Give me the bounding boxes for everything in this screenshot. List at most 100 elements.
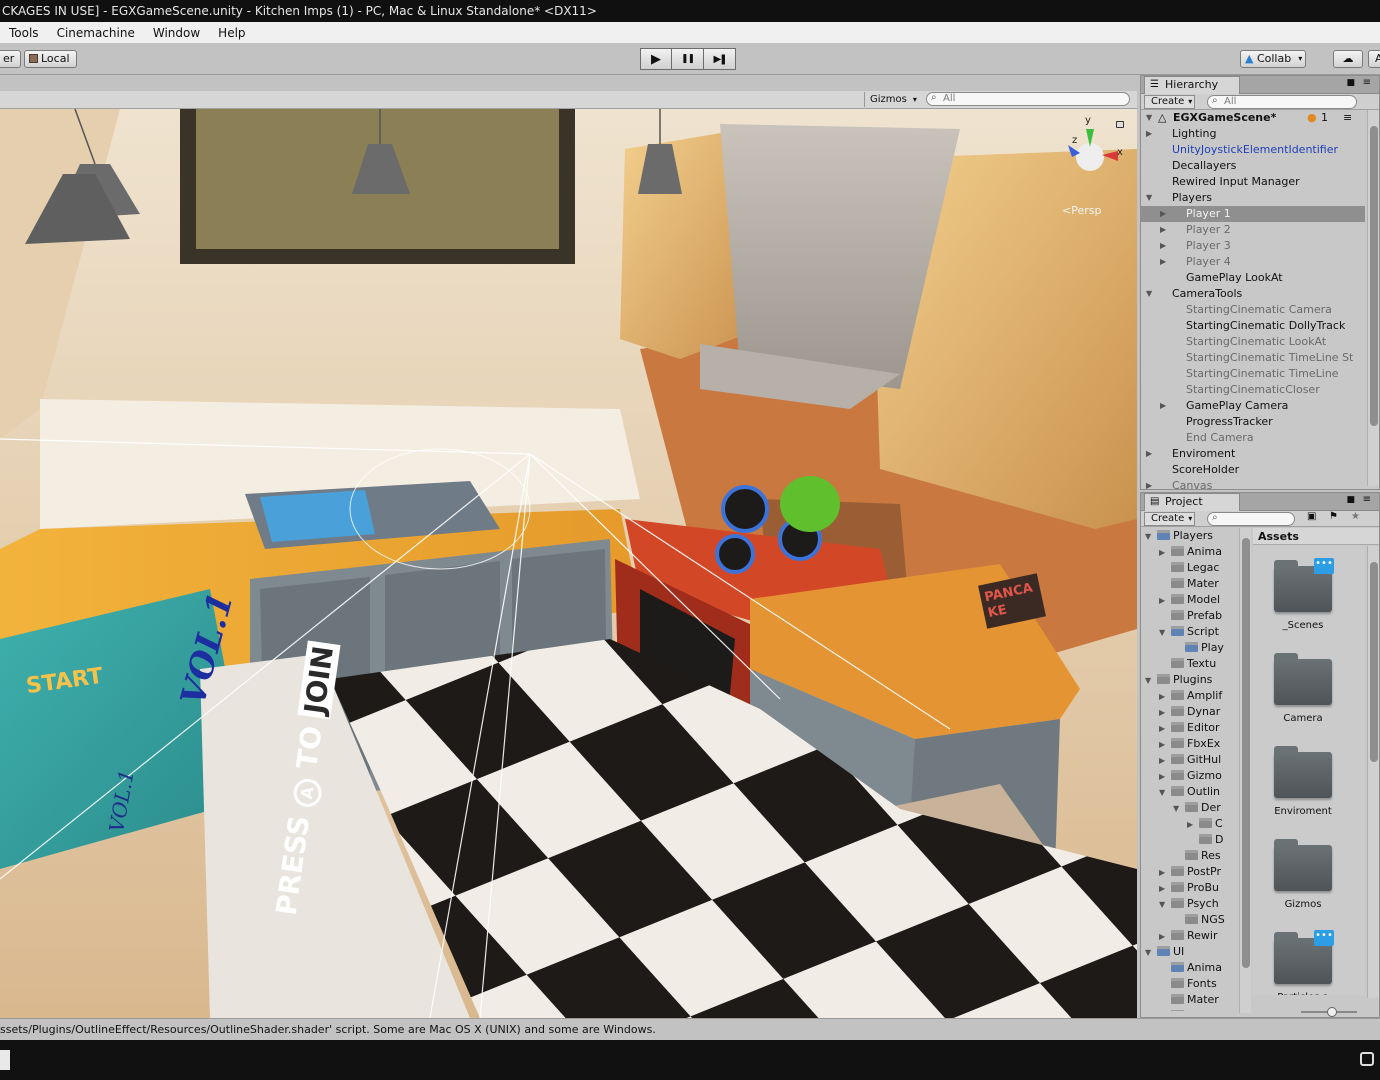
panel-menu-icon[interactable]: ≡ xyxy=(1363,494,1371,505)
scroll-thumb[interactable] xyxy=(1370,562,1378,762)
project-tree-item[interactable]: ▼ UI xyxy=(1145,944,1184,960)
chevron-right-icon[interactable]: ▶ xyxy=(1159,865,1171,881)
scene-viewport[interactable]: START VOL.1 VOL.1 PRESS A TO JOIN PANCAK… xyxy=(0,109,1137,1018)
project-search-input[interactable] xyxy=(1207,512,1295,526)
project-tree-item[interactable]: ▶ GitHul xyxy=(1159,752,1221,768)
project-tree-item[interactable]: NGS xyxy=(1173,912,1225,928)
lock-icon[interactable]: ■ xyxy=(1346,78,1355,88)
step-button[interactable]: ▶❚ xyxy=(704,48,736,70)
chevron-down-icon[interactable]: ▼ xyxy=(1145,945,1157,961)
assets-breadcrumb[interactable]: Assets xyxy=(1253,528,1379,545)
tag-icon[interactable]: ⚑ xyxy=(1329,511,1338,522)
project-tree-item[interactable]: Textu xyxy=(1159,656,1216,672)
asset-folder[interactable]: Enviroment xyxy=(1261,746,1345,817)
chevron-right-icon[interactable]: ▶ xyxy=(1159,929,1171,945)
chevron-down-icon[interactable]: ▼ xyxy=(1159,897,1171,913)
project-tree-item[interactable]: Prefab xyxy=(1159,608,1222,624)
chevron-down-icon[interactable]: ▼ xyxy=(1146,110,1152,126)
chevron-right-icon[interactable]: ▶ xyxy=(1159,769,1171,785)
chevron-right-icon[interactable]: ▶ xyxy=(1187,817,1199,833)
chevron-right-icon[interactable]: ▶ xyxy=(1160,238,1166,254)
chevron-right-icon[interactable]: ▶ xyxy=(1160,398,1166,414)
chevron-right-icon[interactable]: ▶ xyxy=(1159,545,1171,561)
menu-tools[interactable]: Tools xyxy=(0,26,48,40)
project-tree-item[interactable]: ▶ Model xyxy=(1159,592,1220,608)
hierarchy-scrollbar[interactable] xyxy=(1367,110,1379,486)
project-tree-item[interactable]: ▶ Rewir xyxy=(1159,928,1218,944)
project-tree-item[interactable]: Anima xyxy=(1159,960,1222,976)
project-tree-item[interactable]: ▶ Amplif xyxy=(1159,688,1222,704)
scene-menu-icon[interactable]: ≡ xyxy=(1343,110,1352,126)
unity-taskbar-icon[interactable] xyxy=(0,1050,10,1070)
asset-folder[interactable]: ••• _Scenes xyxy=(1261,558,1345,631)
project-tree-item[interactable]: Res xyxy=(1173,848,1221,864)
filter-type-icon[interactable]: ▣ xyxy=(1307,511,1316,522)
project-tree-item[interactable]: ▼ Plugins xyxy=(1145,672,1212,688)
chevron-right-icon[interactable]: ▶ xyxy=(1146,126,1152,142)
menu-help[interactable]: Help xyxy=(209,26,254,40)
hierarchy-item[interactable]: ScoreHolder xyxy=(1141,462,1365,478)
icon-size-slider[interactable] xyxy=(1301,1007,1357,1017)
chevron-right-icon[interactable]: ▶ xyxy=(1160,206,1166,222)
project-tree-item[interactable]: ▼ Players xyxy=(1145,528,1213,544)
project-tree-scrollbar[interactable] xyxy=(1239,528,1251,1013)
chevron-down-icon[interactable]: ▼ xyxy=(1159,625,1171,641)
project-tree-item[interactable]: Fonts xyxy=(1159,976,1217,992)
hierarchy-item[interactable]: ▼ CameraTools xyxy=(1141,286,1365,302)
chevron-right-icon[interactable]: ▶ xyxy=(1159,705,1171,721)
asset-folder[interactable]: ••• Particles a xyxy=(1261,930,1345,995)
project-tree-item[interactable]: ▶ ProBu xyxy=(1159,880,1219,896)
hierarchy-search-input[interactable]: All xyxy=(1207,95,1357,109)
chevron-right-icon[interactable]: ▶ xyxy=(1159,753,1171,769)
hierarchy-item[interactable]: ▶ Player 3 xyxy=(1141,238,1365,254)
account-button[interactable]: A xyxy=(1368,50,1380,68)
slider-handle[interactable] xyxy=(1327,1007,1337,1017)
hierarchy-item[interactable]: ▶ Lighting xyxy=(1141,126,1365,142)
console-status-bar[interactable]: ssets/Plugins/OutlineEffect/Resources/Ou… xyxy=(0,1018,1380,1040)
hierarchy-item[interactable]: ▶ Player 2 xyxy=(1141,222,1365,238)
hierarchy-create-button[interactable]: Create xyxy=(1144,95,1196,109)
chevron-right-icon[interactable]: ▶ xyxy=(1159,737,1171,753)
project-tree-item[interactable]: Prefab xyxy=(1159,1008,1222,1011)
hierarchy-item[interactable]: ▶ Enviroment xyxy=(1141,446,1365,462)
menu-window[interactable]: Window xyxy=(144,26,209,40)
hierarchy-item[interactable]: ProgressTracker xyxy=(1141,414,1365,430)
collab-button[interactable]: ▲ Collab ▾ xyxy=(1240,50,1307,68)
scene-root-row[interactable]: ▼ △ EGXGameScene* ● 1 ≡ xyxy=(1141,110,1365,126)
hierarchy-item[interactable]: ▶ GamePlay Camera xyxy=(1141,398,1365,414)
lock-icon[interactable]: ■ xyxy=(1346,495,1355,505)
pivot-toggle-button[interactable]: er xyxy=(0,50,22,68)
hierarchy-item[interactable]: Rewired Input Manager xyxy=(1141,174,1365,190)
chevron-right-icon[interactable]: ▶ xyxy=(1146,446,1152,462)
project-tree-item[interactable]: Mater xyxy=(1159,992,1219,1008)
hierarchy-item[interactable]: StartingCinematic DollyTrack xyxy=(1141,318,1365,334)
hierarchy-item[interactable]: StartingCinematic Camera xyxy=(1141,302,1365,318)
chevron-right-icon[interactable]: ▶ xyxy=(1159,881,1171,897)
panel-menu-icon[interactable]: ≡ xyxy=(1363,77,1371,88)
asset-folder[interactable]: Camera xyxy=(1261,653,1345,724)
chevron-down-icon[interactable]: ▼ xyxy=(1146,286,1152,302)
project-tree-item[interactable]: ▶ Gizmo xyxy=(1159,768,1222,784)
pause-button[interactable]: ❚❚ xyxy=(672,48,704,70)
chevron-down-icon[interactable]: ▼ xyxy=(1173,801,1185,817)
project-tree-item[interactable]: ▶ C xyxy=(1187,816,1223,832)
chevron-down-icon[interactable]: ▼ xyxy=(1145,673,1157,689)
project-create-button[interactable]: Create xyxy=(1144,512,1196,526)
project-tree-item[interactable]: ▼ Der xyxy=(1173,800,1221,816)
asset-grid-scrollbar[interactable] xyxy=(1367,546,1379,998)
scroll-thumb[interactable] xyxy=(1370,126,1378,426)
menu-cinemachine[interactable]: Cinemachine xyxy=(48,26,144,40)
gizmos-dropdown[interactable]: Gizmos ▾ xyxy=(864,92,919,107)
chevron-down-icon[interactable]: ▼ xyxy=(1145,529,1157,545)
chevron-right-icon[interactable]: ▶ xyxy=(1159,721,1171,737)
scene-search-input[interactable]: All xyxy=(926,92,1130,106)
local-toggle-button[interactable]: Local xyxy=(24,50,77,68)
hierarchy-item[interactable]: End Camera xyxy=(1141,430,1365,446)
tab-hierarchy[interactable]: ☰ Hierarchy xyxy=(1144,76,1240,94)
hierarchy-item[interactable]: StartingCinematic TimeLine xyxy=(1141,366,1365,382)
chevron-right-icon[interactable]: ▶ xyxy=(1159,689,1171,705)
hierarchy-item[interactable]: ▼ Players xyxy=(1141,190,1365,206)
hierarchy-item[interactable]: StartingCinematic LookAt xyxy=(1141,334,1365,350)
hierarchy-item[interactable]: UnityJoystickElementIdentifier xyxy=(1141,142,1365,158)
chevron-down-icon[interactable]: ▼ xyxy=(1159,785,1171,801)
